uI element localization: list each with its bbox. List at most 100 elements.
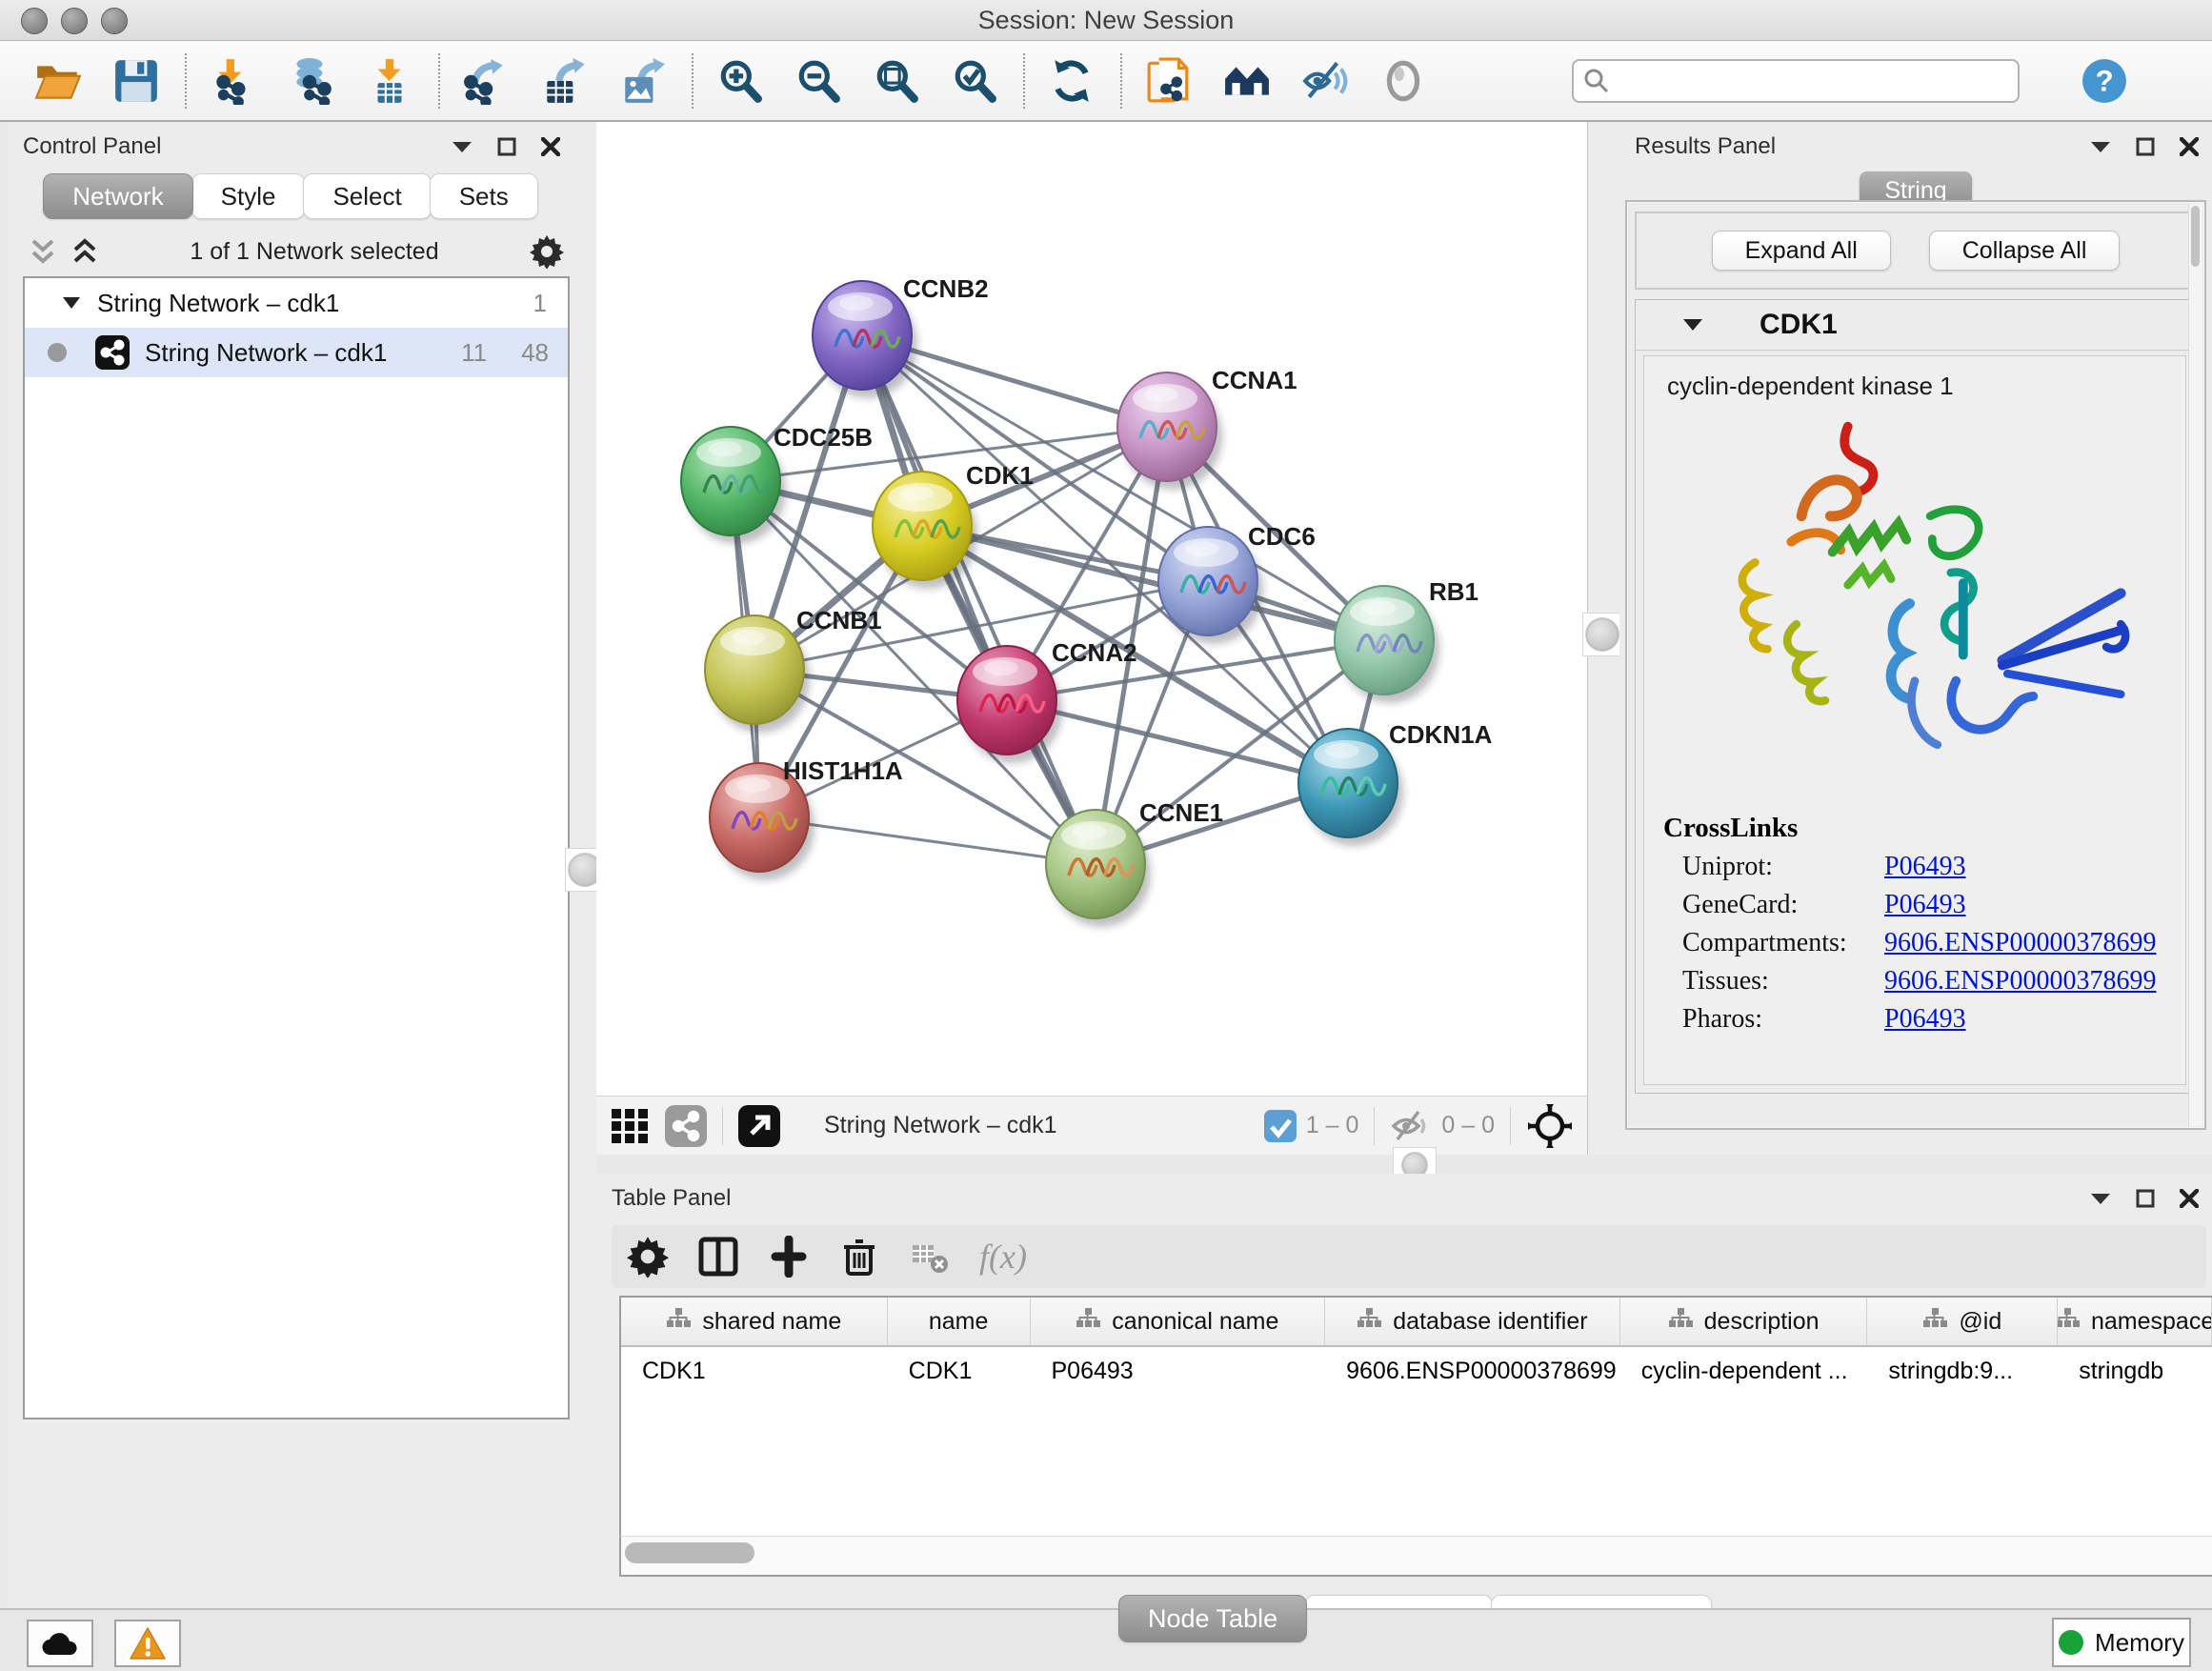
tab-node-table[interactable]: Node Table bbox=[1118, 1595, 1307, 1642]
table-cell[interactable]: cyclin-dependent ... bbox=[1620, 1347, 1868, 1395]
save-session-icon[interactable] bbox=[112, 57, 160, 105]
network-overview-icon[interactable] bbox=[665, 1105, 707, 1147]
node-label-CDC25B: CDC25B bbox=[774, 423, 873, 452]
gear-icon[interactable] bbox=[627, 1236, 669, 1278]
left-splitter[interactable] bbox=[573, 122, 597, 1610]
crosslink-link[interactable]: P06493 bbox=[1884, 890, 1966, 919]
collapse-all-button[interactable]: Collapse All bbox=[1929, 231, 2121, 271]
show-columns-icon[interactable] bbox=[697, 1236, 739, 1278]
network-row[interactable]: String Network – cdk1 11 48 bbox=[25, 328, 568, 377]
results-scrollbar[interactable] bbox=[2188, 204, 2202, 1126]
node-CDKN1A[interactable] bbox=[1298, 729, 1403, 846]
crosslink-link[interactable]: P06493 bbox=[1884, 1004, 1966, 1034]
tree-expand-icon[interactable] bbox=[63, 296, 80, 310]
delete-table-icon[interactable] bbox=[909, 1236, 951, 1278]
tab-network[interactable]: Network bbox=[43, 173, 192, 219]
function-builder-button[interactable]: f(x) bbox=[979, 1237, 1027, 1277]
collapse-panel-icon[interactable] bbox=[452, 140, 473, 153]
import-database-icon[interactable] bbox=[288, 57, 335, 105]
delete-column-icon[interactable] bbox=[838, 1236, 880, 1278]
column-header-namespace[interactable]: namespace bbox=[2058, 1298, 2212, 1345]
add-column-icon[interactable] bbox=[768, 1236, 810, 1278]
node-CCNA1[interactable] bbox=[1117, 372, 1222, 490]
table-cell[interactable]: CDK1 bbox=[621, 1347, 888, 1395]
open-in-window-icon[interactable] bbox=[738, 1105, 780, 1147]
table-cell[interactable]: 9606.ENSP00000378699 bbox=[1325, 1347, 1620, 1395]
hide-icon[interactable] bbox=[1301, 57, 1349, 105]
toolbar-separator bbox=[692, 53, 694, 109]
zoom-selected-icon[interactable] bbox=[951, 57, 998, 105]
close-panel-icon[interactable] bbox=[2180, 137, 2199, 156]
collapse-panel-icon[interactable] bbox=[2090, 140, 2111, 153]
birds-eye-grid-icon[interactable] bbox=[610, 1105, 652, 1147]
refresh-icon[interactable] bbox=[1048, 57, 1096, 105]
title-bar: Session: New Session bbox=[0, 0, 2212, 41]
gear-icon[interactable] bbox=[530, 234, 564, 269]
node-CDK1[interactable] bbox=[873, 472, 977, 589]
crosslink-link[interactable]: P06493 bbox=[1884, 852, 1966, 881]
export-image-icon[interactable] bbox=[619, 57, 667, 105]
table-cell[interactable]: stringdb bbox=[2058, 1347, 2212, 1395]
memory-button[interactable]: Memory bbox=[2052, 1618, 2191, 1667]
column-header--id[interactable]: @id bbox=[1867, 1298, 2058, 1345]
houses-icon[interactable] bbox=[1223, 57, 1271, 105]
horizontal-splitter[interactable] bbox=[596, 1155, 2212, 1174]
collapse-all-icon[interactable] bbox=[29, 235, 57, 268]
right-splitter[interactable] bbox=[1587, 122, 1622, 1174]
crosslink-link[interactable]: 9606.ENSP00000378699 bbox=[1884, 966, 2156, 996]
cloud-button[interactable] bbox=[27, 1620, 93, 1667]
table-header-row: shared namenamecanonical namedatabase id… bbox=[621, 1298, 2212, 1347]
section-collapse-icon[interactable] bbox=[1683, 318, 1702, 332]
close-panel-icon[interactable] bbox=[2180, 1189, 2199, 1208]
table-row[interactable]: CDK1CDK1P064939606.ENSP00000378699cyclin… bbox=[621, 1347, 2212, 1395]
node-CCNA2[interactable] bbox=[957, 646, 1062, 763]
fit-content-icon[interactable] bbox=[1526, 1102, 1574, 1150]
close-panel-icon[interactable] bbox=[541, 137, 560, 156]
gene-section: CDK1 cyclin-dependent kinase 1 bbox=[1635, 299, 2197, 1094]
network-collection-row[interactable]: String Network – cdk1 1 bbox=[25, 278, 568, 328]
gene-header[interactable]: CDK1 bbox=[1636, 300, 2196, 351]
zoom-in-icon[interactable] bbox=[716, 57, 764, 105]
crosslink-label: Uniprot: bbox=[1682, 852, 1884, 882]
splitter-handle[interactable] bbox=[1582, 613, 1622, 656]
expand-all-button[interactable]: Expand All bbox=[1712, 231, 1891, 271]
string-import-icon[interactable] bbox=[1145, 57, 1193, 105]
float-panel-icon[interactable] bbox=[2136, 137, 2155, 156]
zoom-fit-icon[interactable] bbox=[873, 57, 920, 105]
collapse-panel-icon[interactable] bbox=[2090, 1192, 2111, 1205]
column-header-description[interactable]: description bbox=[1620, 1298, 1868, 1345]
column-header-database-identifier[interactable]: database identifier bbox=[1325, 1298, 1620, 1345]
export-network-icon[interactable] bbox=[463, 57, 511, 105]
selected-checkbox-icon[interactable] bbox=[1264, 1110, 1297, 1142]
import-network-icon[interactable] bbox=[210, 57, 257, 105]
show-icon[interactable] bbox=[1379, 57, 1427, 105]
network-canvas[interactable]: CCNB2CCNA1CDC25BCDK1CDC6RB1CCNB1CCNA2CDK… bbox=[596, 122, 1587, 1096]
warning-button[interactable] bbox=[114, 1620, 181, 1667]
tab-select[interactable]: Select bbox=[303, 173, 431, 219]
export-table-icon[interactable] bbox=[541, 57, 589, 105]
search-input[interactable] bbox=[1572, 59, 2020, 103]
table-cell[interactable]: stringdb:9... bbox=[1867, 1347, 2058, 1395]
node-CDC25B[interactable] bbox=[681, 427, 786, 544]
open-session-icon[interactable] bbox=[34, 57, 82, 105]
crosslink-link[interactable]: 9606.ENSP00000378699 bbox=[1884, 928, 2156, 957]
column-header-canonical-name[interactable]: canonical name bbox=[1031, 1298, 1326, 1345]
column-header-shared-name[interactable]: shared name bbox=[621, 1298, 888, 1345]
float-panel-icon[interactable] bbox=[497, 137, 516, 156]
node-RB1[interactable] bbox=[1335, 586, 1439, 703]
node-CCNB2[interactable] bbox=[813, 281, 917, 398]
node-CCNE1[interactable] bbox=[1046, 810, 1151, 927]
tab-style[interactable]: Style bbox=[191, 173, 306, 219]
tab-sets[interactable]: Sets bbox=[430, 173, 538, 219]
expand-all-icon[interactable] bbox=[70, 235, 99, 268]
import-table-icon[interactable] bbox=[366, 57, 413, 105]
help-icon[interactable]: ? bbox=[2081, 57, 2128, 105]
float-panel-icon[interactable] bbox=[2136, 1189, 2155, 1208]
table-cell[interactable]: CDK1 bbox=[888, 1347, 1031, 1395]
column-header-name[interactable]: name bbox=[888, 1298, 1031, 1345]
table-cell[interactable]: P06493 bbox=[1030, 1347, 1325, 1395]
memory-label: Memory bbox=[2095, 1628, 2184, 1658]
table-horizontal-scrollbar[interactable] bbox=[619, 1536, 2212, 1577]
zoom-out-icon[interactable] bbox=[794, 57, 842, 105]
network-view[interactable]: CCNB2CCNA1CDC25BCDK1CDC6RB1CCNB1CCNA2CDK… bbox=[596, 122, 1587, 1155]
